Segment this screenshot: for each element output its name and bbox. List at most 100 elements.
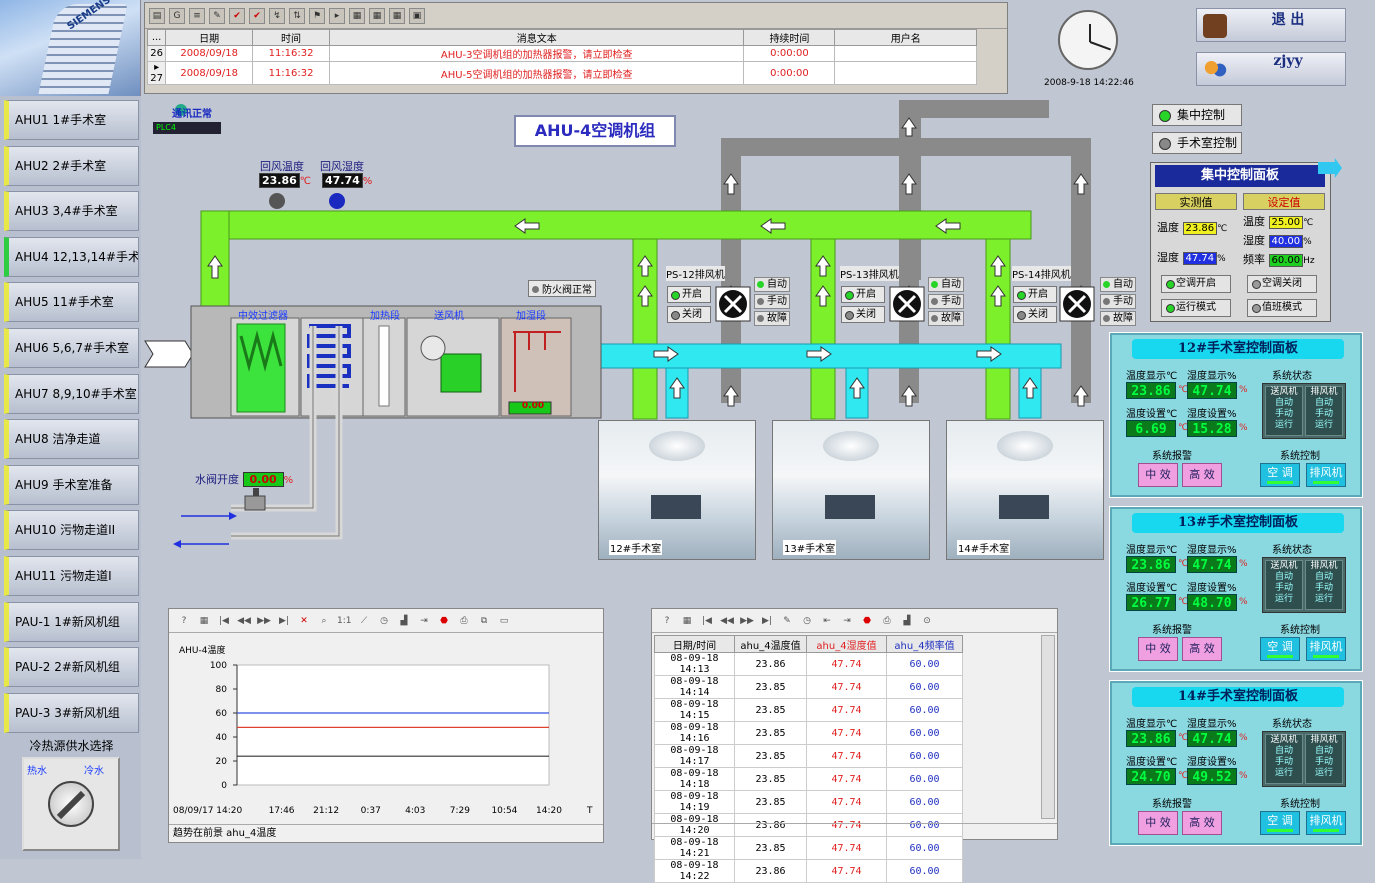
- sidebar-item[interactable]: PAU-3 3#新风机组: [4, 692, 139, 733]
- fan-auto-indicator[interactable]: 自动: [928, 277, 964, 292]
- table-column-header[interactable]: ahu_4频率值: [886, 635, 963, 653]
- sidebar-item[interactable]: AHU5 11#手术室: [4, 282, 139, 323]
- sidebar-item[interactable]: AHU11 污物走道I: [4, 556, 139, 596]
- table-row[interactable]: 08-09-18 14:17 23.85 47.74 60.00: [654, 744, 963, 768]
- print-icon[interactable]: ▣: [409, 7, 425, 24]
- alarm-column-header[interactable]: 用户名: [834, 29, 977, 46]
- print-small-icon[interactable]: ⎙: [457, 614, 471, 628]
- import-icon[interactable]: ⇤: [820, 614, 834, 628]
- sidebar-item[interactable]: PAU-1 1#新风机组: [4, 601, 139, 642]
- exhaust-control-button[interactable]: 排风机: [1306, 637, 1346, 661]
- note-icon[interactable]: ✎: [209, 7, 225, 24]
- zoom-icon[interactable]: ⌕: [317, 614, 331, 628]
- lock-icon[interactable]: ⚑: [309, 7, 325, 24]
- sidebar-item[interactable]: AHU4 12,13,14#手术室: [4, 236, 139, 277]
- high-efficiency-alarm-button[interactable]: 高 效: [1182, 811, 1222, 835]
- ratio-icon[interactable]: 1:1: [337, 614, 351, 628]
- mid-efficiency-alarm-button[interactable]: 中 效: [1138, 463, 1178, 487]
- fan-open-button[interactable]: 开启: [1013, 286, 1057, 303]
- fan-open-button[interactable]: 开启: [841, 286, 885, 303]
- table-column-header[interactable]: ahu_4温度值: [734, 635, 807, 653]
- next-fast-icon[interactable]: ▶▶: [740, 614, 754, 628]
- selector-knob-icon[interactable]: [48, 781, 94, 827]
- sidebar-item[interactable]: AHU6 5,6,7#手术室: [4, 328, 139, 368]
- first-icon[interactable]: |◀: [700, 614, 714, 628]
- grid-icon-3[interactable]: ▦: [389, 7, 405, 24]
- table-row[interactable]: 08-09-18 14:18 23.85 47.74 60.00: [654, 767, 963, 791]
- water-valve-icon[interactable]: [244, 495, 266, 511]
- sidebar-item[interactable]: PAU-2 2#新风机组: [4, 647, 139, 688]
- sidebar-item[interactable]: AHU3 3,4#手术室: [4, 191, 139, 232]
- ac-off-button[interactable]: 空调关闭: [1247, 275, 1317, 293]
- set-temp-value[interactable]: 25.00: [1268, 216, 1304, 229]
- alarm-column-header[interactable]: 消息文本: [328, 29, 745, 46]
- hum-set-value[interactable]: 49.52: [1187, 768, 1237, 785]
- operating-room-view[interactable]: 14#手术室: [946, 420, 1104, 560]
- fan-close-button[interactable]: 关闭: [1013, 306, 1057, 323]
- ruler-icon[interactable]: ⟋: [357, 614, 371, 628]
- table-row[interactable]: 08-09-18 14:21 23.85 47.74 60.00: [654, 836, 963, 860]
- sidebar-item[interactable]: AHU2 2#手术室: [4, 145, 139, 186]
- alarm-row[interactable]: ▸ 27 2008/09/18 11:16:32 AHU-5空调机组的加热器报警，请立…: [146, 61, 977, 85]
- central-control-button[interactable]: 集中控制: [1152, 104, 1242, 126]
- fan-auto-indicator[interactable]: 自动: [754, 277, 790, 292]
- high-efficiency-alarm-button[interactable]: 高 效: [1182, 637, 1222, 661]
- table-scrollbar[interactable]: [1041, 635, 1055, 819]
- set-hum-value[interactable]: 40.00: [1268, 235, 1304, 248]
- ac-on-button[interactable]: 空调开启: [1161, 275, 1231, 293]
- mid-efficiency-alarm-button[interactable]: 中 效: [1138, 637, 1178, 661]
- pin-icon[interactable]: ⊙: [920, 614, 934, 628]
- ac-control-button[interactable]: 空 调: [1260, 637, 1300, 661]
- operating-room-view[interactable]: 12#手术室: [598, 420, 756, 560]
- chart-icon[interactable]: ▟: [900, 614, 914, 628]
- ac-control-button[interactable]: 空 调: [1260, 463, 1300, 487]
- print-small-icon[interactable]: ⎙: [880, 614, 894, 628]
- settings-icon[interactable]: ▦: [680, 614, 694, 628]
- sidebar-item[interactable]: AHU8 洁净走道: [4, 419, 139, 460]
- table-row[interactable]: 08-09-18 14:13 23.86 47.74 60.00: [654, 652, 963, 676]
- run-mode-button[interactable]: 运行模式: [1161, 299, 1231, 317]
- table-column-header[interactable]: ahu_4湿度值: [806, 635, 887, 653]
- table-row[interactable]: 08-09-18 14:16 23.85 47.74 60.00: [654, 721, 963, 745]
- fan-open-button[interactable]: 开启: [667, 286, 711, 303]
- help-icon[interactable]: ?: [177, 614, 191, 628]
- temp-set-value[interactable]: 24.70: [1126, 768, 1176, 785]
- last-icon[interactable]: ▶|: [277, 614, 291, 628]
- alarm-row[interactable]: 26 2008/09/18 11:16:32 AHU-3空调机组的加热器报警，请立即检…: [146, 45, 977, 62]
- fan-auto-indicator[interactable]: 自动: [1100, 277, 1136, 292]
- sidebar-item[interactable]: AHU1 1#手术室: [4, 100, 139, 140]
- alarm-column-header[interactable]: ...: [146, 29, 167, 46]
- fan-close-button[interactable]: 关闭: [841, 306, 885, 323]
- table-row[interactable]: 08-09-18 14:14 23.85 47.74 60.00: [654, 675, 963, 699]
- duty-mode-button[interactable]: 值班模式: [1247, 299, 1317, 317]
- exit-button[interactable]: 退 出: [1196, 8, 1346, 42]
- export-icon[interactable]: ⇥: [840, 614, 854, 628]
- fan-manual-indicator[interactable]: 手动: [754, 294, 790, 309]
- user-button[interactable]: zjyy: [1196, 52, 1346, 86]
- timer-icon[interactable]: ◷: [800, 614, 814, 628]
- settings-icon[interactable]: ▦: [197, 614, 211, 628]
- stop-icon[interactable]: ✕: [297, 614, 311, 628]
- fan-close-button[interactable]: 关闭: [667, 306, 711, 323]
- export-icon[interactable]: ⇥: [417, 614, 431, 628]
- clock-small-icon[interactable]: ◷: [377, 614, 391, 628]
- list-icon[interactable]: ▤: [149, 7, 165, 24]
- hide-icon[interactable]: ↯: [269, 7, 285, 24]
- grid-icon-2[interactable]: ▦: [369, 7, 385, 24]
- scroll-icon[interactable]: ▸: [329, 7, 345, 24]
- refresh-icon[interactable]: G: [169, 7, 185, 24]
- table-row[interactable]: 08-09-18 14:22 23.86 47.74 60.00: [654, 859, 963, 883]
- copy-icon[interactable]: ⧉: [477, 614, 491, 628]
- last-icon[interactable]: ▶|: [760, 614, 774, 628]
- edit-icon[interactable]: ✎: [780, 614, 794, 628]
- set-freq-value[interactable]: 60.00: [1268, 254, 1304, 267]
- ac-control-button[interactable]: 空 调: [1260, 811, 1300, 835]
- hot-water-option[interactable]: 热水: [27, 762, 47, 777]
- sidebar-item[interactable]: AHU10 污物走道II: [4, 510, 139, 551]
- hum-set-value[interactable]: 48.70: [1187, 594, 1237, 611]
- alarm-column-header[interactable]: 持续时间: [743, 29, 836, 46]
- operating-room-view[interactable]: 13#手术室: [772, 420, 930, 560]
- table-row[interactable]: 08-09-18 14:19 23.85 47.74 60.00: [654, 790, 963, 814]
- fan-manual-indicator[interactable]: 手动: [928, 294, 964, 309]
- water-source-switch[interactable]: 热水 冷水: [22, 757, 120, 851]
